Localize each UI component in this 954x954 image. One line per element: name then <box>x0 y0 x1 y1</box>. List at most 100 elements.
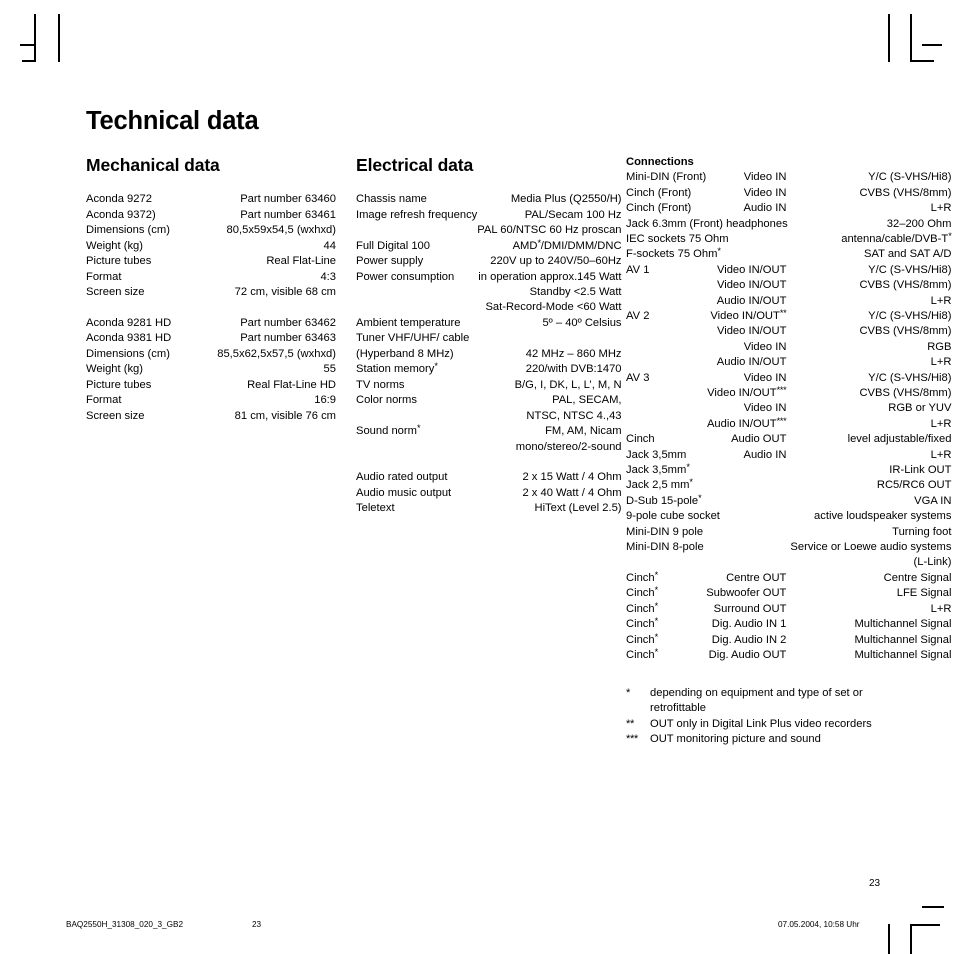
spec-row-value: in operation approx.145 Watt <box>478 270 622 283</box>
spec-row-key: Color norms <box>356 394 417 407</box>
connection-row: Cinch* Subwoofer OUT LFE Signal <box>626 586 951 601</box>
mechanical-data-heading: Mechanical data <box>86 155 220 175</box>
footnote-marker: * <box>654 631 659 642</box>
spec-row-key: Screen size <box>86 285 145 298</box>
footnote-marker: *** <box>776 415 787 426</box>
connection-row-label: 9-pole cube socket <box>626 510 720 523</box>
section-mechanical-data: Mechanical data Aconda 9272 Part number 6… <box>86 155 336 424</box>
spec-row: Picture tubes Real Flat-Line HD <box>86 378 336 393</box>
connection-row-signal: Subwoofer OUT <box>706 587 787 600</box>
page-number: 23 <box>869 878 881 889</box>
connection-row: Jack 6.3mm (Front) headphones 32–200 Ohm <box>626 217 951 232</box>
spec-row-spacer <box>356 455 622 470</box>
spec-row-value: 44 <box>323 239 336 252</box>
printer-footer-date: 07.05.2004, 10:58 Uhr <box>778 920 860 929</box>
connection-row-label: Mini-DIN 8-pole <box>626 541 704 554</box>
spec-row: TV norms B/G, I, DK, L, L’, M, N <box>356 378 622 393</box>
footnote-marker: * <box>689 477 693 488</box>
connection-row-spec: Y/C (S-VHS/Hi8) <box>868 371 952 384</box>
connection-row-connector: AV 3 <box>626 371 650 384</box>
connection-row-spec: L+R <box>930 417 952 430</box>
connection-row-spec: L+R <box>930 202 952 215</box>
connection-row: Mini-DIN 9 pole Turning foot <box>626 525 951 540</box>
footnotes: * depending on equipment and type of set … <box>626 686 888 748</box>
connection-row-spec: 32–200 Ohm <box>886 217 952 230</box>
connection-row-connector: Cinch* <box>626 569 658 584</box>
spec-row: Ambient temperature 5º – 40º Celsius <box>356 316 622 331</box>
connection-row-spec: SAT and SAT A/D <box>863 248 952 261</box>
spec-row-key: Ambient temperature <box>356 316 461 329</box>
connection-row: 9-pole cube socket active loudspeaker sys… <box>626 509 951 524</box>
spec-row-value: PAL/Secam 100 Hz <box>524 208 622 221</box>
spec-row: PAL 60/NTSC 60 Hz proscan <box>356 223 621 238</box>
spec-row: Station memory* 220/with DVB:1470 <box>356 362 622 377</box>
connection-row: Video IN RGB <box>626 340 952 355</box>
connection-row-label: Mini-DIN 9 pole <box>626 525 704 538</box>
spec-row-value: 55 <box>323 363 336 376</box>
connection-row-spec: Service or Loewe audio systems <box>790 541 952 554</box>
connection-row-spec: Y/C (S-VHS/Hi8) <box>868 171 952 184</box>
mechanical-spec-table: Aconda 9272 Part number 63460 Aconda 9372)… <box>86 192 336 424</box>
spec-row: Screen size 72 cm, visible 68 cm <box>86 285 336 300</box>
spec-row-key: Aconda 9381 HD <box>86 332 172 345</box>
connection-row: Audio IN/OUT L+R <box>626 294 952 309</box>
spec-row: Dimensions (cm) 85,5x62,5x57,5 (wxhxd) <box>86 347 336 362</box>
connection-row-connector: Cinch <box>626 433 655 446</box>
connection-row-signal: Centre OUT <box>726 571 787 584</box>
spec-row-key: Station memory* <box>356 361 438 376</box>
connection-row-signal: Video IN/OUT <box>716 279 787 292</box>
connection-row-spec: L+R <box>930 602 952 615</box>
connection-row-connector: D-Sub 15-pole* <box>626 492 702 507</box>
connection-row-signal: Dig. Audio IN 2 <box>711 633 787 646</box>
footnote-marker: * <box>654 616 659 627</box>
connection-row-spec: RGB <box>927 340 952 353</box>
electrical-spec-table: Chassis name Media Plus (Q2550/H) Image re… <box>356 192 622 517</box>
electrical-rows-body: Chassis name Media Plus (Q2550/H) Image re… <box>356 192 622 517</box>
connection-row: Video IN/OUT CVBS (VHS/8mm) <box>626 278 952 293</box>
footnote-marker: * <box>654 585 659 596</box>
connection-row: Cinch* Dig. Audio IN 1 Multichannel Signal <box>626 617 951 632</box>
spec-row-value: 81 cm, visible 76 cm <box>234 409 336 422</box>
spec-row: Format 4:3 <box>86 270 336 285</box>
spec-row: Format 16:9 <box>86 393 336 408</box>
spec-row-value: Real Flat-Line <box>266 255 336 268</box>
spec-row: Weight (kg) 55 <box>86 362 336 377</box>
connection-row-spec: Y/C (S-VHS/Hi8) <box>868 309 952 322</box>
connection-row-signal: Audio IN <box>743 202 787 215</box>
connection-row: Cinch (Front) Audio IN L+R <box>626 201 951 216</box>
connection-row: IEC sockets 75 Ohm antenna/cable/DVB-T* <box>626 231 952 247</box>
spec-row: Weight (kg) 44 <box>86 239 336 254</box>
spec-row-key: Power supply <box>356 255 424 268</box>
connection-row-spec: CVBS (VHS/8mm) <box>859 325 952 338</box>
spec-row: Full Digital 100 AMD*/DMI/DMM/DNC <box>356 238 622 254</box>
connection-row-connector <box>626 386 706 401</box>
mechanical-spacer-body <box>86 300 336 315</box>
spec-row-key <box>356 285 477 300</box>
connection-row-label: F-sockets 75 Ohm* <box>626 246 721 261</box>
spec-row-key <box>356 223 477 238</box>
connection-row-spec: Multichannel Signal <box>854 648 952 661</box>
connection-row-spec: RGB or YUV <box>888 402 952 415</box>
connection-row-spec: LFE Signal <box>896 587 952 600</box>
connection-row-signal: Audio OUT <box>731 433 787 446</box>
section-connections: Connections Mini-DIN (Front) Video IN Y/C … <box>626 156 952 663</box>
connection-row-connector <box>626 340 706 355</box>
footnote-mark: ** <box>626 717 634 730</box>
connection-row-signal: Dig. Audio OUT <box>708 648 787 661</box>
connection-row-connector: Cinch* <box>626 646 658 661</box>
connection-row: AV 2 Video IN/OUT** Y/C (S-VHS/Hi8) <box>626 308 952 324</box>
connection-row-signal: Audio IN/OUT <box>716 294 787 307</box>
spec-row-value: 220V up to 240V/50–60Hz <box>490 255 622 268</box>
spec-row: Aconda 9272 Part number 63460 <box>86 192 336 207</box>
spec-row-key: Format <box>86 270 122 283</box>
spec-row-key: Tuner VHF/UHF/ cable <box>356 332 470 345</box>
connection-row-signal: Video IN <box>743 171 787 184</box>
footnote-text: OUT only in Digital Link Plus video reco… <box>650 717 872 730</box>
spec-row-key: Audio rated output <box>356 471 448 484</box>
connection-row-label <box>626 555 790 570</box>
spec-row-value: 85,5x62,5x57,5 (wxhxd) <box>217 347 336 360</box>
connection-row-connector: Cinch* <box>626 585 659 600</box>
spec-row-value: 80,5x59x54,5 (wxhxd) <box>226 224 336 237</box>
footnote-marker: * <box>654 600 659 611</box>
spec-row: Dimensions (cm) 80,5x59x54,5 (wxhxd) <box>86 223 336 238</box>
